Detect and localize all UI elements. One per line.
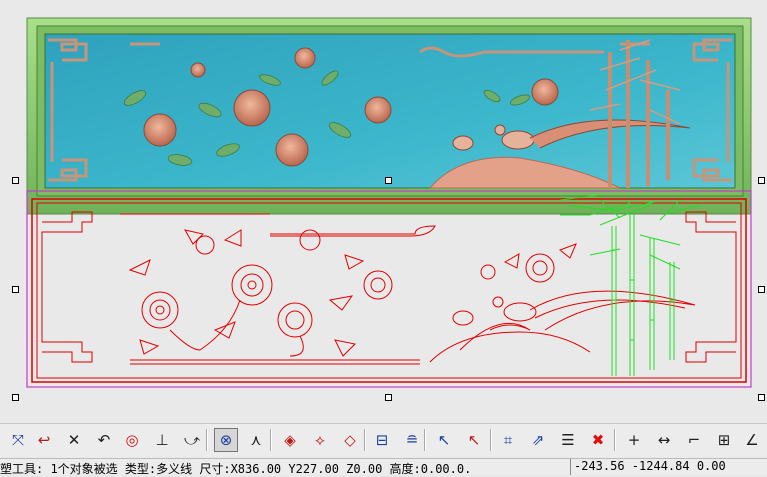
relief-render (26, 17, 752, 215)
view-diamond-x-button[interactable]: ⟡ (308, 428, 332, 452)
measure-horizontal-button[interactable]: ↔ (652, 428, 676, 452)
corner-button[interactable]: ⌐ (682, 428, 706, 452)
snap-endpoint-button[interactable]: ↩ (32, 428, 56, 452)
delete-icon: ✖ (591, 430, 605, 449)
selection-handle-middle-left[interactable] (12, 286, 19, 293)
deselect-cursor-icon: ↖ (467, 430, 481, 449)
layer-stack-button[interactable]: ≘ (400, 428, 424, 452)
frame-measure-icon: ⊞ (717, 430, 731, 449)
transform-arrows-button[interactable]: ⇗ (526, 428, 550, 452)
selection-handle-middle-right[interactable] (758, 286, 765, 293)
selection-box (26, 190, 752, 388)
snap-node-icon: ⊗ (219, 430, 233, 449)
list-edit-icon: ☰ (561, 430, 575, 449)
snap-perpendicular-button[interactable]: ⊥ (150, 428, 174, 452)
snap-arc-icon: ↶ (97, 430, 111, 449)
transform-arrows-icon: ⇗ (531, 430, 545, 449)
snap-circle-center-button[interactable]: ◎ (120, 428, 144, 452)
snap-node-button[interactable]: ⊗ (214, 428, 238, 452)
snap-cross-button[interactable]: ⤧ (6, 428, 30, 452)
select-cursor-icon: ↖ (437, 430, 451, 449)
view-diamond-dot-icon: ◇ (344, 430, 356, 449)
selection-handle-bottom-right[interactable] (758, 394, 765, 401)
snap-perpendicular-icon: ⊥ (155, 430, 169, 449)
layer-align-icon: ⊟ (375, 430, 389, 449)
frame-measure-button[interactable]: ⊞ (712, 428, 736, 452)
selection-handle-bottom-center[interactable] (385, 394, 392, 401)
angle-measure-button[interactable]: ∠ (740, 428, 764, 452)
toolbar-separator (206, 429, 208, 451)
status-bar: 塑工具: 1个对象被选 类型:多义线 尺寸:X836.00 Y227.00 Z0… (0, 458, 767, 476)
vector-drawing (31, 194, 747, 383)
view-diamond-dot-button[interactable]: ◇ (338, 428, 362, 452)
view-diamond-x-icon: ⟡ (315, 430, 325, 449)
toolbar-separator (614, 429, 616, 451)
selection-handle-top-center[interactable] (385, 177, 392, 184)
crosshair-button[interactable]: + (622, 428, 646, 452)
list-edit-button[interactable]: ☰ (556, 428, 580, 452)
snap-tangent-button[interactable]: ⤻ (180, 428, 204, 452)
toolbar-separator (490, 429, 492, 451)
selection-handle-top-left[interactable] (12, 177, 19, 184)
bottom-toolbar: ⤧ ↩ ✕ ↶ ◎ ⊥ ⤻ ⊗ ⋏ ◈ ⟡ ◇ ⊟ ≘ ↖ ↖ ⌗ ⇗ ☰ ✖ + ↔ ⌐ ⊞ ∠ (0, 423, 767, 457)
snap-intersection-button[interactable]: ✕ (62, 428, 86, 452)
deselect-cursor-button[interactable]: ↖ (462, 428, 486, 452)
cursor-coordinates: -243.56 -1244.84 0.00 (570, 459, 726, 475)
snap-circle-center-icon: ◎ (125, 430, 139, 449)
snap-arc-button[interactable]: ↶ (92, 428, 116, 452)
toolbar-separator (424, 429, 426, 451)
toolbar-separator (364, 429, 366, 451)
snap-endpoint-icon: ↩ (37, 430, 51, 449)
selection-handle-bottom-left[interactable] (12, 394, 19, 401)
layer-stack-icon: ≘ (405, 430, 419, 449)
snap-intersection-icon: ✕ (67, 430, 81, 449)
transform-grid-icon: ⌗ (503, 430, 513, 449)
delete-button[interactable]: ✖ (586, 428, 610, 452)
selection-handle-top-right[interactable] (758, 177, 765, 184)
drawing-canvas[interactable] (0, 0, 767, 420)
transform-grid-button[interactable]: ⌗ (496, 428, 520, 452)
measure-horizontal-icon: ↔ (657, 430, 671, 449)
view-diamond-icon: ◈ (284, 430, 296, 449)
status-message: 塑工具: 1个对象被选 类型:多义线 尺寸:X836.00 Y227.00 Z0… (0, 462, 472, 476)
toolbar-separator (270, 429, 272, 451)
select-cursor-button[interactable]: ↖ (432, 428, 456, 452)
snap-cross-icon: ⤧ (11, 430, 24, 449)
snap-tangent-icon: ⤻ (183, 430, 201, 449)
view-diamond-button[interactable]: ◈ (278, 428, 302, 452)
snap-angle-button[interactable]: ⋏ (244, 428, 268, 452)
snap-angle-icon: ⋏ (250, 430, 262, 449)
crosshair-icon: + (627, 430, 641, 449)
corner-icon: ⌐ (687, 430, 701, 449)
angle-measure-icon: ∠ (745, 430, 759, 449)
layer-align-button[interactable]: ⊟ (370, 428, 394, 452)
